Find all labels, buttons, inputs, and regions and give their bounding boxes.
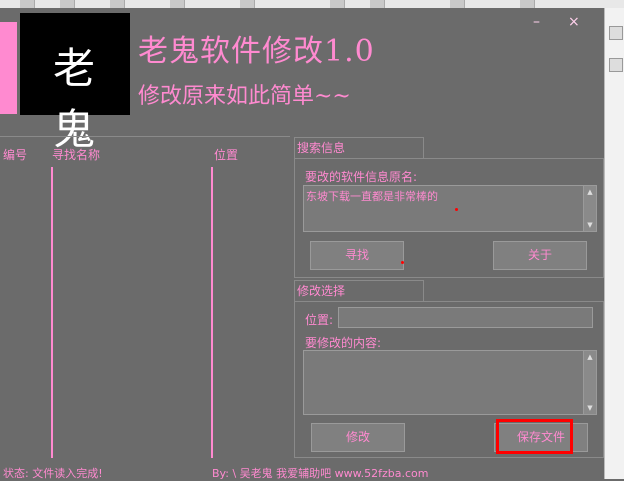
scrollbar[interactable]: ▲ ▼: [583, 351, 596, 414]
red-dot-marker: [401, 261, 404, 264]
position-label: 位置:: [305, 313, 334, 327]
logo: 老 鬼: [20, 13, 130, 154]
desktop-icon: [609, 58, 623, 72]
scroll-up-icon[interactable]: ▲: [584, 353, 596, 361]
scroll-down-icon[interactable]: ▼: [584, 221, 596, 229]
scroll-down-icon[interactable]: ▼: [584, 404, 596, 412]
search-text: 东坡下载一直都是非常棒的: [306, 190, 438, 203]
close-button[interactable]: ×: [568, 14, 580, 30]
desktop-background-strip: [0, 0, 624, 8]
red-dot-marker: [455, 208, 458, 211]
position-input[interactable]: [338, 307, 593, 328]
column-header-name[interactable]: 寻找名称: [52, 146, 100, 163]
scrollbar[interactable]: ▲ ▼: [583, 186, 596, 231]
search-section-tab: 搜索信息: [294, 137, 424, 158]
accent-bar: [0, 22, 17, 114]
content-textarea[interactable]: ▲ ▼: [303, 350, 597, 415]
search-field-label: 要改的软件信息原名:: [305, 170, 418, 184]
modify-button[interactable]: 修改: [311, 423, 405, 452]
search-textarea[interactable]: 东坡下载一直都是非常棒的 ▲ ▼: [303, 185, 597, 232]
app-subtitle: 修改原来如此简单~~: [138, 84, 351, 109]
column-divider: [51, 167, 53, 458]
column-header-position[interactable]: 位置: [214, 146, 238, 163]
results-list[interactable]: [0, 136, 290, 459]
column-divider: [211, 167, 213, 458]
scroll-up-icon[interactable]: ▲: [584, 188, 596, 196]
column-header-id[interactable]: 编号: [3, 146, 27, 163]
find-button[interactable]: 寻找: [310, 241, 404, 270]
content-label: 要修改的内容:: [305, 336, 382, 350]
minimize-button[interactable]: –: [533, 14, 540, 30]
app-title: 老鬼软件修改1.0: [138, 34, 375, 69]
about-button[interactable]: 关于: [493, 241, 587, 270]
modify-section-tab: 修改选择: [294, 280, 424, 301]
desktop-icon: [609, 26, 623, 40]
highlight-box: [496, 419, 573, 454]
desktop-right-edge: [604, 8, 624, 479]
